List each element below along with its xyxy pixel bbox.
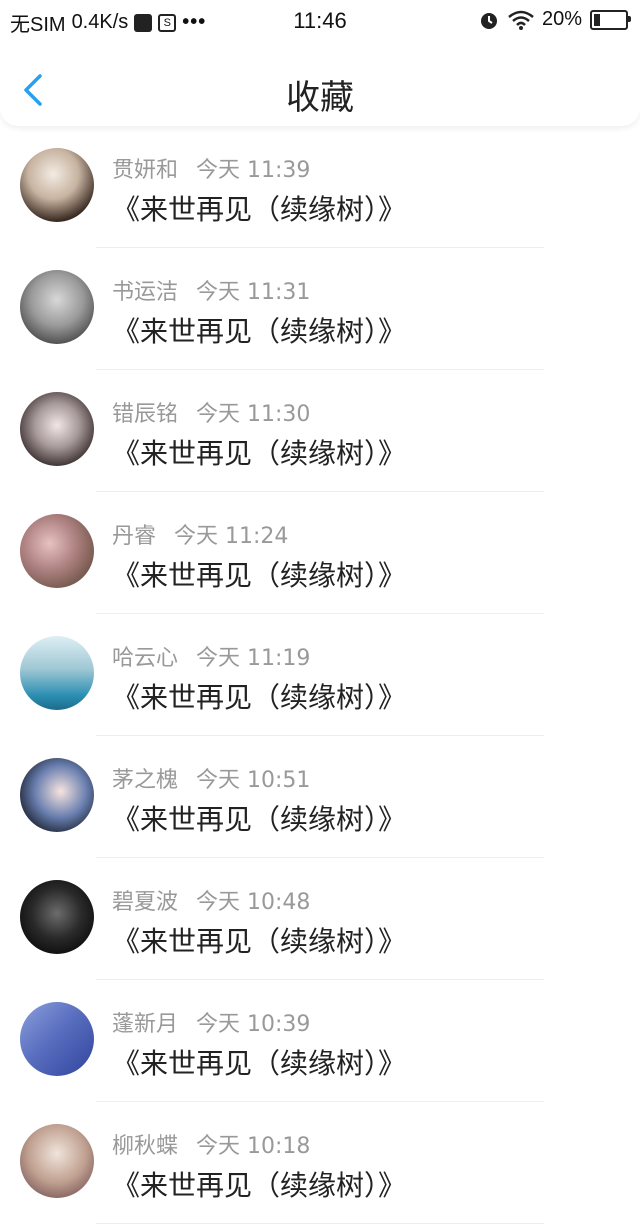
favorite-time: 今天 10:39 (196, 1012, 311, 1037)
avatar[interactable] (20, 880, 94, 954)
favorite-time: 今天 11:39 (196, 158, 311, 183)
favorite-content[interactable]: 《来世再见（续缘树）》 (112, 676, 406, 716)
author-name: 错辰铭 (112, 402, 179, 427)
favorite-content[interactable]: 《来世再见（续缘树）》 (112, 310, 406, 350)
favorite-item[interactable]: 柳秋蝶 今天 10:18 《来世再见（续缘树）》 (0, 1102, 640, 1224)
favorite-content[interactable]: 《来世再见（续缘树）》 (112, 188, 406, 228)
avatar[interactable] (20, 1002, 94, 1076)
favorite-content[interactable]: 《来世再见（续缘树）》 (112, 1042, 406, 1082)
author-line: 贯妍和 今天 11:39 (112, 152, 310, 184)
author-line: 蓬新月 今天 10:39 (112, 1006, 310, 1038)
favorite-item[interactable]: 茅之槐 今天 10:51 《来世再见（续缘树）》 (0, 736, 640, 858)
favorite-content[interactable]: 《来世再见（续缘树）》 (112, 432, 406, 472)
avatar[interactable] (20, 514, 94, 588)
navigation-bar: 收藏 (0, 44, 640, 126)
author-line: 碧夏波 今天 10:48 (112, 884, 310, 916)
author-name: 蓬新月 (112, 1012, 179, 1037)
status-bar: 无SIM 0.4K/s S ••• 11:46 20% (0, 0, 640, 44)
avatar[interactable] (20, 392, 94, 466)
avatar[interactable] (20, 270, 94, 344)
favorite-content[interactable]: 《来世再见（续缘树）》 (112, 798, 406, 838)
favorite-item[interactable]: 哈云心 今天 11:19 《来世再见（续缘树）》 (0, 614, 640, 736)
status-right: 20% (478, 8, 631, 31)
author-line: 茅之槐 今天 10:51 (112, 762, 310, 794)
favorite-item[interactable]: 书运洁 今天 11:31 《来世再见（续缘树）》 (0, 248, 640, 370)
battery-icon (590, 9, 631, 30)
favorites-list: 贯妍和 今天 11:39 《来世再见（续缘树）》 书运洁 今天 11:31 《来世再见（续… (0, 126, 640, 1224)
favorite-item[interactable]: 蓬新月 今天 10:39 《来世再见（续缘树）》 (0, 980, 640, 1102)
favorite-time: 今天 11:30 (196, 402, 311, 427)
avatar[interactable] (20, 148, 94, 222)
avatar[interactable] (20, 1124, 94, 1198)
favorite-item[interactable]: 碧夏波 今天 10:48 《来世再见（续缘树）》 (0, 858, 640, 980)
favorite-content[interactable]: 《来世再见（续缘树）》 (112, 554, 406, 594)
favorite-content[interactable]: 《来世再见（续缘树）》 (112, 920, 406, 960)
avatar[interactable] (20, 758, 94, 832)
favorite-time: 今天 11:24 (174, 524, 289, 549)
favorite-time: 今天 10:51 (196, 768, 311, 793)
author-name: 贯妍和 (112, 158, 179, 183)
favorite-time: 今天 11:31 (196, 280, 311, 305)
alarm-icon (480, 12, 497, 29)
battery-percent: 20% (541, 8, 582, 30)
favorite-time: 今天 10:48 (196, 890, 311, 915)
author-line: 柳秋蝶 今天 10:18 (112, 1128, 310, 1160)
author-line: 书运洁 今天 11:31 (112, 274, 310, 306)
author-name: 丹睿 (112, 524, 157, 549)
author-name: 哈云心 (112, 646, 179, 671)
author-line: 哈云心 今天 11:19 (112, 640, 310, 672)
favorite-item[interactable]: 丹睿 今天 11:24 《来世再见（续缘树）》 (0, 492, 640, 614)
author-line: 丹睿 今天 11:24 (112, 518, 288, 550)
author-name: 碧夏波 (112, 890, 179, 915)
favorite-time: 今天 11:19 (196, 646, 311, 671)
favorite-item[interactable]: 错辰铭 今天 11:30 《来世再见（续缘树）》 (0, 370, 640, 492)
author-line: 错辰铭 今天 11:30 (112, 396, 310, 428)
favorite-item[interactable]: 贯妍和 今天 11:39 《来世再见（续缘树）》 (0, 126, 640, 248)
page-title: 收藏 (286, 78, 354, 118)
wifi-icon (508, 10, 534, 30)
avatar[interactable] (20, 636, 94, 710)
author-name: 书运洁 (112, 280, 179, 305)
author-name: 茅之槐 (112, 768, 179, 793)
favorite-content[interactable]: 《来世再见（续缘树）》 (112, 1164, 406, 1204)
